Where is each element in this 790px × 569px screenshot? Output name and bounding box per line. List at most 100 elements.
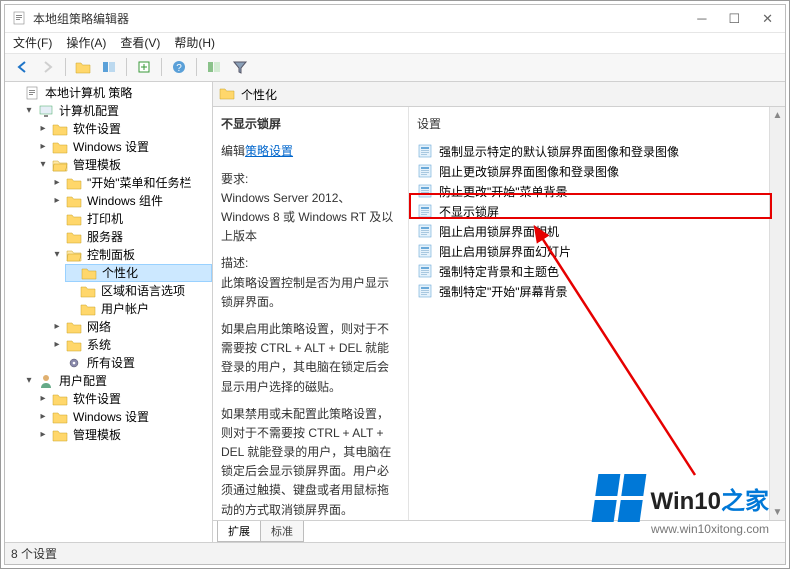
folder-icon: [66, 175, 82, 191]
tree-computer-config[interactable]: ▾ 计算机配置: [23, 102, 212, 120]
menubar: 文件(F) 操作(A) 查看(V) 帮助(H): [5, 33, 785, 55]
help-button[interactable]: ?: [168, 56, 190, 78]
selected-policy-title: 不显示锁屏: [221, 115, 398, 134]
statusbar: 8 个设置: [5, 542, 785, 564]
folder-icon: [219, 85, 235, 104]
folder-icon: [66, 319, 82, 335]
list-item[interactable]: 阻止启用锁屏界面幻灯片: [413, 241, 781, 261]
computer-icon: [38, 103, 54, 119]
titlebar: 本地组策略编辑器 ─ ☐ ✕: [5, 5, 785, 33]
user-icon: [38, 373, 54, 389]
content-pane: 个性化 不显示锁屏 编辑策略设置 要求: Windows Server 2012…: [213, 82, 785, 543]
settings-column: 设置 强制显示特定的默认锁屏界面图像和登录图像 阻止更改锁屏界面图像和登录图像 …: [409, 107, 785, 520]
show-hide-button[interactable]: [98, 56, 120, 78]
folder-icon: [52, 157, 68, 173]
properties-button[interactable]: [203, 56, 225, 78]
list-item[interactable]: 阻止启用锁屏界面相机: [413, 221, 781, 241]
tree-personalization[interactable]: 个性化: [65, 264, 212, 282]
tree-admin-templates[interactable]: ▾管理模板: [37, 156, 212, 174]
tree-all-settings[interactable]: 所有设置: [51, 354, 212, 372]
list-item[interactable]: 阻止更改锁屏界面图像和登录图像: [413, 161, 781, 181]
up-button[interactable]: [72, 56, 94, 78]
gear-icon: [66, 355, 82, 371]
settings-list: 强制显示特定的默认锁屏界面图像和登录图像 阻止更改锁屏界面图像和登录图像 防止更…: [413, 139, 781, 301]
folder-icon: [81, 265, 97, 281]
menu-file[interactable]: 文件(F): [13, 34, 52, 51]
svg-text:?: ?: [176, 63, 182, 74]
tree-user-accounts[interactable]: 用户帐户: [65, 300, 212, 318]
folder-icon: [52, 139, 68, 155]
tree-u-software-settings[interactable]: ▸软件设置: [37, 390, 212, 408]
policy-icon: [417, 143, 433, 159]
tree-windows-components[interactable]: ▸Windows 组件: [51, 192, 212, 210]
list-item[interactable]: 不显示锁屏: [413, 201, 781, 221]
folder-icon: [66, 229, 82, 245]
requirements-text: Windows Server 2012、Windows 8 或 Windows …: [221, 191, 393, 243]
menu-view[interactable]: 查看(V): [120, 34, 160, 51]
status-text: 8 个设置: [11, 545, 57, 562]
minimize-button[interactable]: ─: [697, 12, 706, 25]
folder-icon: [66, 211, 82, 227]
tree-region-language[interactable]: 区域和语言选项: [65, 282, 212, 300]
scroll-up-icon[interactable]: ▲: [770, 107, 785, 123]
list-item[interactable]: 强制特定"开始"屏幕背景: [413, 281, 781, 301]
policy-icon: [417, 283, 433, 299]
tree-pane[interactable]: 本地计算机 策略 ▾ 计算机配置: [5, 82, 213, 543]
tree-windows-settings[interactable]: ▸Windows 设置: [37, 138, 212, 156]
menu-help[interactable]: 帮助(H): [174, 34, 215, 51]
view-tabs: 扩展 标准: [213, 520, 785, 542]
folder-icon: [52, 121, 68, 137]
tab-standard[interactable]: 标准: [260, 521, 304, 542]
maximize-button[interactable]: ☐: [728, 12, 740, 25]
folder-icon: [52, 427, 68, 443]
vertical-scrollbar[interactable]: ▲ ▼: [769, 107, 785, 520]
folder-icon: [52, 409, 68, 425]
toolbar: ?: [5, 54, 785, 82]
edit-policy-link[interactable]: 策略设置: [245, 144, 293, 158]
forward-button[interactable]: [37, 56, 59, 78]
tree-printers[interactable]: 打印机: [51, 210, 212, 228]
tree-root[interactable]: 本地计算机 策略: [9, 84, 212, 102]
tree-software-settings[interactable]: ▸软件设置: [37, 120, 212, 138]
tree-u-windows-settings[interactable]: ▸Windows 设置: [37, 408, 212, 426]
policy-icon: [417, 243, 433, 259]
description-text: 此策略设置控制是否为用户显示锁屏界面。: [221, 276, 389, 309]
window-title: 本地组策略编辑器: [33, 10, 129, 27]
tree-user-config[interactable]: ▾用户配置: [23, 372, 212, 390]
list-item[interactable]: 防止更改"开始"菜单背景: [413, 181, 781, 201]
list-item[interactable]: 强制特定背景和主题色: [413, 261, 781, 281]
folder-icon: [66, 193, 82, 209]
description-para3: 如果禁用或未配置此策略设置，则对于不需要按 CTRL + ALT + DEL 就…: [221, 405, 398, 520]
tree-control-panel[interactable]: ▾控制面板: [51, 246, 212, 264]
tree-system[interactable]: ▸系统: [51, 336, 212, 354]
export-list-button[interactable]: [133, 56, 155, 78]
requirements-label: 要求:: [221, 172, 248, 186]
policy-icon: [417, 183, 433, 199]
policy-icon: [417, 203, 433, 219]
edit-link-prefix: 编辑: [221, 144, 245, 158]
description-label: 描述:: [221, 256, 248, 270]
folder-icon: [80, 283, 96, 299]
folder-icon: [66, 337, 82, 353]
policy-icon: [417, 163, 433, 179]
menu-action[interactable]: 操作(A): [66, 34, 106, 51]
close-button[interactable]: ✕: [762, 12, 773, 25]
filter-button[interactable]: [229, 56, 251, 78]
tab-extended[interactable]: 扩展: [217, 521, 261, 542]
policy-icon: [417, 263, 433, 279]
list-item[interactable]: 强制显示特定的默认锁屏界面图像和登录图像: [413, 141, 781, 161]
description-column: 不显示锁屏 编辑策略设置 要求: Windows Server 2012、Win…: [213, 107, 409, 520]
scroll-down-icon[interactable]: ▼: [770, 504, 785, 520]
tree-servers[interactable]: 服务器: [51, 228, 212, 246]
tree-u-admin-templates[interactable]: ▸管理模板: [37, 426, 212, 444]
policy-icon: [417, 223, 433, 239]
tree-start-taskbar[interactable]: ▸"开始"菜单和任务栏: [51, 174, 212, 192]
path-header: 个性化: [213, 82, 785, 108]
folder-icon: [66, 247, 82, 263]
tree-network[interactable]: ▸网络: [51, 318, 212, 336]
folder-icon: [52, 391, 68, 407]
description-para2: 如果启用此策略设置，则对于不需要按 CTRL + ALT + DEL 就能登录的…: [221, 320, 398, 397]
back-button[interactable]: [11, 56, 33, 78]
app-icon: [11, 10, 27, 26]
doc-icon: [24, 85, 40, 101]
